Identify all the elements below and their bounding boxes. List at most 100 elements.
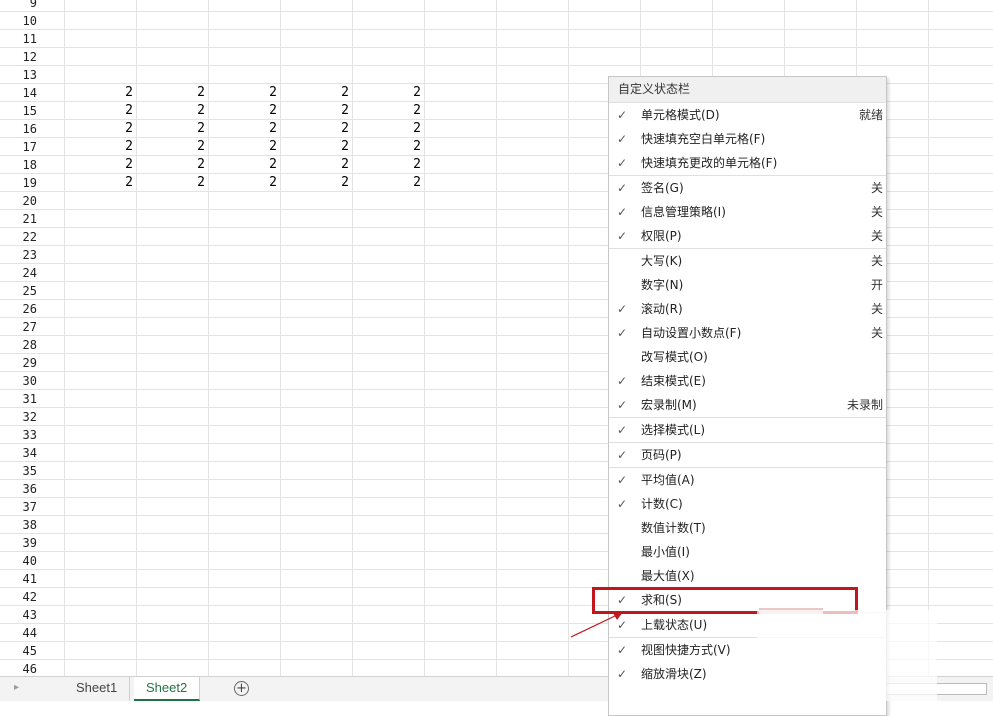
row-number[interactable]: 28 [0, 336, 44, 353]
menu-item[interactable]: 最大值(X) [609, 564, 886, 588]
row-number[interactable]: 19 [0, 174, 44, 191]
menu-item[interactable]: 数字(N) 开 [609, 273, 886, 297]
cell[interactable]: 2 [138, 120, 208, 137]
row-number[interactable]: 31 [0, 390, 44, 407]
row-number[interactable]: 26 [0, 300, 44, 317]
cell[interactable]: 2 [282, 156, 352, 173]
row-number[interactable]: 42 [0, 588, 44, 605]
row-number[interactable]: 32 [0, 408, 44, 425]
row-number[interactable]: 43 [0, 606, 44, 623]
row-number[interactable]: 44 [0, 624, 44, 641]
row-number[interactable]: 39 [0, 534, 44, 551]
cell[interactable]: 2 [210, 102, 280, 119]
row-number[interactable]: 15 [0, 102, 44, 119]
menu-item[interactable]: ✓ 信息管理策略(I) 关 [609, 200, 886, 224]
menu-item[interactable]: ✓ 自动设置小数点(F) 关 [609, 321, 886, 345]
cell[interactable]: 2 [138, 102, 208, 119]
row-number[interactable]: 36 [0, 480, 44, 497]
tab-sheet1[interactable]: Sheet1 [64, 677, 131, 701]
row-number[interactable]: 38 [0, 516, 44, 533]
cell[interactable]: 2 [138, 84, 208, 101]
row-number[interactable]: 9 [0, 0, 44, 11]
row-number[interactable]: 40 [0, 552, 44, 569]
grid-line [712, 0, 713, 11]
cell[interactable]: 2 [354, 156, 424, 173]
row-number[interactable]: 24 [0, 264, 44, 281]
cell[interactable]: 2 [354, 120, 424, 137]
row-number[interactable]: 18 [0, 156, 44, 173]
menu-item[interactable]: ✓ 计数(C) [609, 492, 886, 516]
row-number[interactable]: 10 [0, 12, 44, 29]
row-number[interactable]: 35 [0, 462, 44, 479]
row-number[interactable]: 22 [0, 228, 44, 245]
grid-line [424, 552, 425, 569]
grid-line [136, 30, 137, 47]
row-number[interactable]: 46 [0, 660, 44, 676]
cell[interactable]: 2 [282, 138, 352, 155]
row-number[interactable]: 23 [0, 246, 44, 263]
menu-item[interactable]: ✓ 平均值(A) [609, 467, 886, 492]
row-number[interactable]: 30 [0, 372, 44, 389]
grid-line [352, 318, 353, 335]
menu-item[interactable]: 大写(K) 关 [609, 248, 886, 273]
grid-line [64, 84, 65, 101]
row-number[interactable]: 25 [0, 282, 44, 299]
menu-item[interactable]: ✓ 选择模式(L) [609, 417, 886, 442]
cell[interactable]: 2 [66, 138, 136, 155]
row-number[interactable]: 37 [0, 498, 44, 515]
chevron-right-icon[interactable]: ▸ [14, 682, 19, 693]
cell[interactable]: 2 [282, 84, 352, 101]
row-number[interactable]: 11 [0, 30, 44, 47]
menu-item[interactable]: ✓ 滚动(R) 关 [609, 297, 886, 321]
menu-item[interactable]: ✓ 宏录制(M) 未录制 [609, 393, 886, 417]
row-number[interactable]: 20 [0, 192, 44, 209]
cell[interactable]: 2 [210, 120, 280, 137]
cell[interactable]: 2 [210, 138, 280, 155]
menu-item[interactable]: 最小值(I) [609, 540, 886, 564]
row-number[interactable]: 12 [0, 48, 44, 65]
cell[interactable]: 2 [354, 102, 424, 119]
tab-sheet2[interactable]: Sheet2 [134, 677, 201, 701]
cell[interactable]: 2 [66, 156, 136, 173]
row-number[interactable]: 45 [0, 642, 44, 659]
cell[interactable]: 2 [282, 102, 352, 119]
row-number[interactable]: 13 [0, 66, 44, 83]
row-number[interactable]: 34 [0, 444, 44, 461]
menu-item[interactable]: ✓ 页码(P) [609, 442, 886, 467]
row-number[interactable]: 17 [0, 138, 44, 155]
menu-item[interactable]: 改写模式(O) [609, 345, 886, 369]
cell[interactable]: 2 [354, 138, 424, 155]
cell[interactable]: 2 [282, 120, 352, 137]
cell[interactable]: 2 [210, 156, 280, 173]
row-number[interactable]: 21 [0, 210, 44, 227]
menu-item[interactable]: ✓ 快速填充更改的单元格(F) [609, 151, 886, 175]
cell[interactable]: 2 [210, 84, 280, 101]
cell[interactable]: 2 [138, 138, 208, 155]
row-number[interactable]: 16 [0, 120, 44, 137]
cell[interactable]: 2 [66, 174, 136, 191]
menu-item[interactable]: ✓ 结束模式(E) [609, 369, 886, 393]
row-number[interactable]: 33 [0, 426, 44, 443]
menu-item[interactable]: ✓ 权限(P) 关 [609, 224, 886, 248]
cell[interactable]: 2 [354, 174, 424, 191]
plus-circle-icon[interactable]: + [234, 681, 249, 696]
cell[interactable]: 2 [138, 156, 208, 173]
checkmark-icon: ✓ [617, 302, 628, 316]
grid-line [496, 498, 497, 515]
menu-item[interactable]: ✓ 签名(G) 关 [609, 175, 886, 200]
menu-item[interactable]: ✓ 单元格模式(D) 就绪 [609, 103, 886, 127]
menu-item[interactable]: ✓ 快速填充空白单元格(F) [609, 127, 886, 151]
menu-item[interactable]: 数值计数(T) [609, 516, 886, 540]
cell[interactable]: 2 [282, 174, 352, 191]
cell[interactable]: 2 [138, 174, 208, 191]
row-number[interactable]: 14 [0, 84, 44, 101]
row-number[interactable]: 27 [0, 318, 44, 335]
row-number[interactable]: 29 [0, 354, 44, 371]
cell[interactable]: 2 [66, 102, 136, 119]
grid-line [928, 264, 929, 281]
cell[interactable]: 2 [354, 84, 424, 101]
row-number[interactable]: 41 [0, 570, 44, 587]
cell[interactable]: 2 [66, 120, 136, 137]
cell[interactable]: 2 [66, 84, 136, 101]
cell[interactable]: 2 [210, 174, 280, 191]
